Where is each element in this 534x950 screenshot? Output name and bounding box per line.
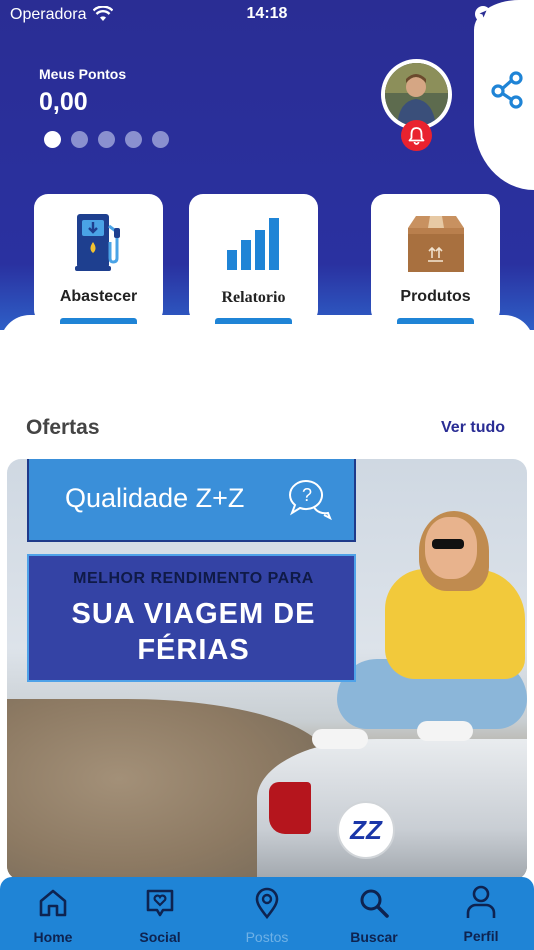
nav-perfil[interactable]: Perfil <box>428 877 534 950</box>
banner-subline: MELHOR RENDIMENTO PARA <box>73 570 314 587</box>
brand-logo: ZZ <box>337 801 395 859</box>
nav-label: Social <box>139 929 181 945</box>
svg-text:?: ? <box>302 485 312 505</box>
brand-logo-text: ZZ <box>350 814 382 845</box>
carousel-dot[interactable] <box>152 131 169 148</box>
bar-chart-icon <box>189 216 318 272</box>
status-bar: Operadora 14:18 <box>0 0 534 30</box>
banner-shoe <box>417 721 473 741</box>
banner-taillight <box>269 782 311 834</box>
tile-label: Abastecer <box>59 288 138 305</box>
tile-label: Relatorio <box>221 289 286 306</box>
battery-icon <box>495 6 526 22</box>
share-icon[interactable] <box>488 70 528 115</box>
location-arrow-icon <box>475 6 491 27</box>
nav-label: Home <box>33 929 73 945</box>
avatar-photo <box>385 63 448 126</box>
banner-title-line1: SUA VIAGEM DE <box>71 598 316 630</box>
nav-label: Buscar <box>350 929 398 945</box>
nav-home[interactable]: Home <box>0 877 106 950</box>
carousel-dot[interactable] <box>98 131 115 148</box>
nav-postos[interactable]: Postos <box>214 877 320 950</box>
banner-shoe <box>312 729 368 749</box>
bottom-navigation: Home Social Postos Buscar Perfil <box>0 877 534 950</box>
banner-headline: Qualidade Z+Z <box>65 483 245 513</box>
search-icon <box>321 887 427 919</box>
carousel-dots[interactable] <box>44 131 169 148</box>
see-all-link[interactable]: Ver tudo <box>441 419 505 437</box>
tile-accent-bar <box>397 318 474 324</box>
banner-title-line2: FÉRIAS <box>137 634 250 666</box>
carousel-dot[interactable] <box>125 131 142 148</box>
carousel-dot[interactable] <box>44 131 61 148</box>
box-icon <box>371 214 500 274</box>
notification-bell-icon[interactable] <box>401 120 432 151</box>
carousel-dot[interactable] <box>71 131 88 148</box>
nav-label: Postos <box>245 929 289 945</box>
banner-message-box: MELHOR RENDIMENTO PARA SUA VIAGEM DE FÉR… <box>27 554 356 682</box>
points-label: Meus Pontos <box>39 66 127 82</box>
section-title-ofertas: Ofertas <box>26 416 100 439</box>
nav-buscar[interactable]: Buscar <box>321 877 427 950</box>
banner-sunglasses <box>432 539 464 549</box>
tile-produtos[interactable]: Produtos <box>371 194 500 324</box>
fuel-pump-icon <box>34 212 163 272</box>
home-icon <box>0 887 106 919</box>
banner-headline-box: Qualidade Z+Z ? <box>27 459 356 542</box>
heart-chat-icon <box>107 887 213 919</box>
user-icon <box>428 885 534 919</box>
clock: 14:18 <box>246 5 288 22</box>
tile-accent-bar <box>215 318 292 324</box>
tile-relatorio[interactable]: Relatorio <box>189 194 318 324</box>
points-value: 0,00 <box>39 88 88 116</box>
map-pin-icon <box>214 887 320 919</box>
offer-banner[interactable]: Qualidade Z+Z ? MELHOR RENDIMENTO PARA S… <box>7 459 527 880</box>
chat-question-icon: ? <box>284 473 334 528</box>
tile-label: Produtos <box>400 288 471 305</box>
nav-label: Perfil <box>463 928 499 944</box>
nav-social[interactable]: Social <box>107 877 213 950</box>
tile-abastecer[interactable]: Abastecer <box>34 194 163 324</box>
tile-accent-bar <box>60 318 137 324</box>
